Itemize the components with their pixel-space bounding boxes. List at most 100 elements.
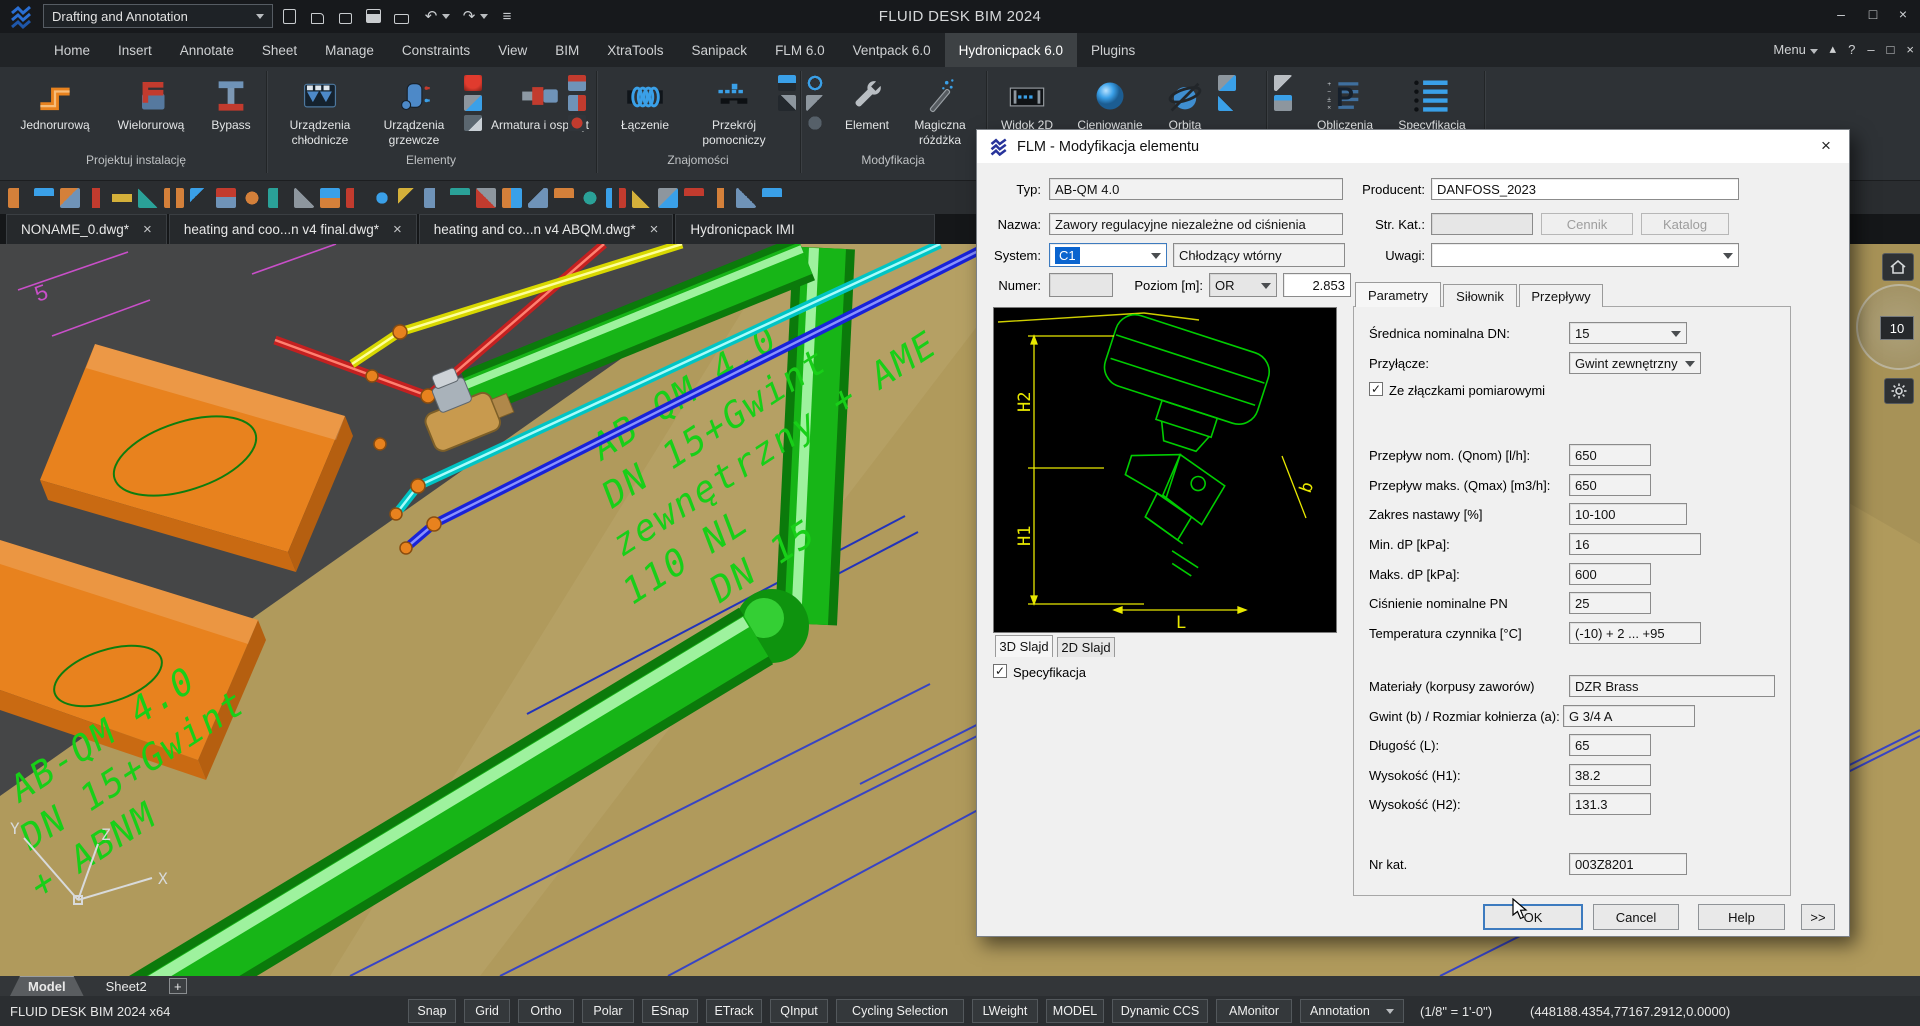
qinput-toggle[interactable]: QInput bbox=[770, 999, 828, 1023]
tab-hydronicpack[interactable]: Hydronicpack 6.0 bbox=[945, 33, 1077, 67]
cycling-selection-toggle[interactable]: Cycling Selection bbox=[836, 999, 964, 1023]
chevron-down-icon[interactable] bbox=[1723, 253, 1733, 259]
toolbar-icon[interactable] bbox=[190, 188, 210, 208]
esnap-toggle[interactable]: ESnap bbox=[642, 999, 698, 1023]
level-badge[interactable]: 10 bbox=[1880, 316, 1914, 340]
home-view-button[interactable] bbox=[1882, 253, 1914, 281]
tab-manage[interactable]: Manage bbox=[311, 33, 388, 67]
polar-toggle[interactable]: Polar bbox=[582, 999, 634, 1023]
toolbar-icon[interactable] bbox=[268, 188, 288, 208]
pn-field[interactable]: 25 bbox=[1569, 592, 1651, 614]
widok-2d-button[interactable]: Widok 2D bbox=[992, 70, 1062, 133]
specyfikacja-button[interactable]: Specyfikacja bbox=[1386, 70, 1478, 133]
toolbar-icon[interactable] bbox=[60, 188, 80, 208]
annotation-dropdown[interactable]: Annotation bbox=[1300, 999, 1404, 1023]
section-small-icon[interactable] bbox=[778, 75, 796, 91]
qnom-field[interactable]: 650 bbox=[1569, 444, 1651, 466]
menu-button[interactable]: Menu bbox=[1773, 42, 1817, 57]
urzadzenia-grzewcze-button[interactable]: Urządzenia grzewcze bbox=[368, 70, 460, 148]
toolbar-icon[interactable] bbox=[112, 188, 132, 208]
jednorurowa-button[interactable]: Jednorurową bbox=[10, 70, 100, 133]
cieniowanie-button[interactable]: Cieniowanie bbox=[1064, 70, 1156, 133]
viewport-settings-button[interactable] bbox=[1884, 378, 1914, 404]
nr-kat-field[interactable]: 003Z8201 bbox=[1569, 853, 1687, 875]
cennik-button[interactable]: Cennik bbox=[1541, 213, 1633, 235]
przylacze-combobox[interactable]: Gwint zewnętrzny bbox=[1569, 352, 1701, 374]
element-button[interactable]: Element bbox=[836, 70, 898, 133]
etrack-toggle[interactable]: ETrack bbox=[706, 999, 762, 1023]
min-dp-field[interactable]: 16 bbox=[1569, 533, 1701, 555]
uwagi-combobox[interactable] bbox=[1431, 243, 1739, 267]
toolbar-icon[interactable] bbox=[242, 188, 262, 208]
laczenie-button[interactable]: Łączenie bbox=[602, 70, 688, 133]
visual-style-icon[interactable] bbox=[1218, 75, 1236, 91]
tab-silownik[interactable]: Siłownik bbox=[1443, 284, 1517, 307]
chevron-down-icon[interactable] bbox=[1261, 283, 1271, 289]
tab-flm[interactable]: FLM 6.0 bbox=[761, 33, 839, 67]
toolbar-icon[interactable] bbox=[476, 188, 496, 208]
expand-button[interactable]: >> bbox=[1801, 904, 1835, 930]
tab-annotate[interactable]: Annotate bbox=[166, 33, 248, 67]
tab-sanipack[interactable]: Sanipack bbox=[678, 33, 762, 67]
zakres-field[interactable]: 10-100 bbox=[1569, 503, 1687, 525]
toolbar-icon[interactable] bbox=[216, 188, 236, 208]
toolbar-icon[interactable] bbox=[762, 188, 782, 208]
open-recent-icon[interactable] bbox=[334, 5, 356, 27]
valve-small-icon[interactable] bbox=[568, 75, 586, 91]
doc-tab[interactable]: heating and co...n v4 ABQM.dwg*× bbox=[419, 214, 674, 244]
chevron-down-icon[interactable] bbox=[1671, 331, 1681, 337]
dn-combobox[interactable]: 15 bbox=[1569, 322, 1687, 344]
new-file-icon[interactable] bbox=[278, 5, 300, 27]
temperatura-field[interactable]: (-10) + 2 ... +95 bbox=[1569, 622, 1701, 644]
ortho-toggle[interactable]: Ortho bbox=[518, 999, 574, 1023]
toolbar-icon[interactable] bbox=[710, 188, 730, 208]
doc-minimize-icon[interactable]: – bbox=[1867, 42, 1874, 57]
tab-parametry[interactable]: Parametry bbox=[1355, 282, 1441, 307]
slide-tab-3d[interactable]: 3D Slajd bbox=[995, 635, 1053, 657]
copy-device-icon[interactable] bbox=[464, 95, 482, 111]
gwint-field[interactable]: G 3/4 A bbox=[1563, 705, 1695, 727]
extinguisher-icon[interactable] bbox=[464, 75, 482, 91]
close-icon[interactable]: × bbox=[393, 221, 402, 238]
redo-dropdown-icon[interactable] bbox=[478, 5, 490, 27]
model-toggle[interactable]: MODEL bbox=[1046, 999, 1104, 1023]
toolbar-icon[interactable] bbox=[294, 188, 314, 208]
toolbar-icon[interactable] bbox=[528, 188, 548, 208]
open-file-icon[interactable] bbox=[306, 5, 328, 27]
toolbar-icon[interactable] bbox=[658, 188, 678, 208]
urzadzenia-chlodnicze-button[interactable]: Urządzenia chłodnicze bbox=[274, 70, 366, 148]
tab-view[interactable]: View bbox=[484, 33, 541, 67]
ribbon-collapse-icon[interactable]: ▴ bbox=[1830, 41, 1837, 57]
redo-icon[interactable]: ↷ bbox=[458, 5, 480, 27]
toolbar-icon[interactable] bbox=[86, 188, 106, 208]
tab-ventpack[interactable]: Ventpack 6.0 bbox=[839, 33, 945, 67]
toolbar-icon[interactable] bbox=[450, 188, 470, 208]
print-icon[interactable] bbox=[390, 5, 412, 27]
sheet-tab-model[interactable]: Model bbox=[10, 976, 84, 996]
numer-field[interactable] bbox=[1049, 273, 1113, 297]
dynamic-ccs-toggle[interactable]: Dynamic CCS bbox=[1112, 999, 1208, 1023]
doc-tab[interactable]: Hydronicpack IMI bbox=[675, 214, 935, 244]
elbow-icon[interactable] bbox=[806, 95, 824, 111]
toolbar-icon[interactable] bbox=[164, 188, 184, 208]
doc-tab[interactable]: NONAME_0.dwg*× bbox=[6, 214, 167, 244]
toolbar-overflow-icon[interactable]: ≡ bbox=[496, 5, 518, 27]
slide-tab-2d[interactable]: 2D Slajd bbox=[1057, 637, 1115, 657]
close-icon[interactable]: × bbox=[650, 221, 659, 238]
bypass-button[interactable]: Bypass bbox=[200, 70, 262, 133]
typ-field[interactable]: AB-QM 4.0 bbox=[1049, 178, 1343, 200]
toolbar-icon[interactable] bbox=[606, 188, 626, 208]
nazwa-field[interactable]: Zawory regulacyjne niezależne od ciśnien… bbox=[1049, 213, 1343, 235]
toolbar-icon[interactable] bbox=[34, 188, 54, 208]
chevron-down-icon[interactable] bbox=[1685, 361, 1695, 367]
doc-close-icon[interactable]: × bbox=[1906, 42, 1914, 57]
section-small-icon[interactable] bbox=[778, 95, 796, 111]
device-info-icon[interactable] bbox=[464, 115, 482, 131]
snap-toggle[interactable]: Snap bbox=[408, 999, 456, 1023]
toolbar-icon[interactable] bbox=[138, 188, 158, 208]
system-combobox[interactable]: C1 bbox=[1049, 243, 1167, 267]
help-button[interactable]: Help bbox=[1698, 904, 1785, 930]
specyfikacja-checkbox[interactable]: ✓ bbox=[993, 664, 1007, 678]
lweight-toggle[interactable]: LWeight bbox=[972, 999, 1038, 1023]
max-dp-field[interactable]: 600 bbox=[1569, 563, 1651, 585]
